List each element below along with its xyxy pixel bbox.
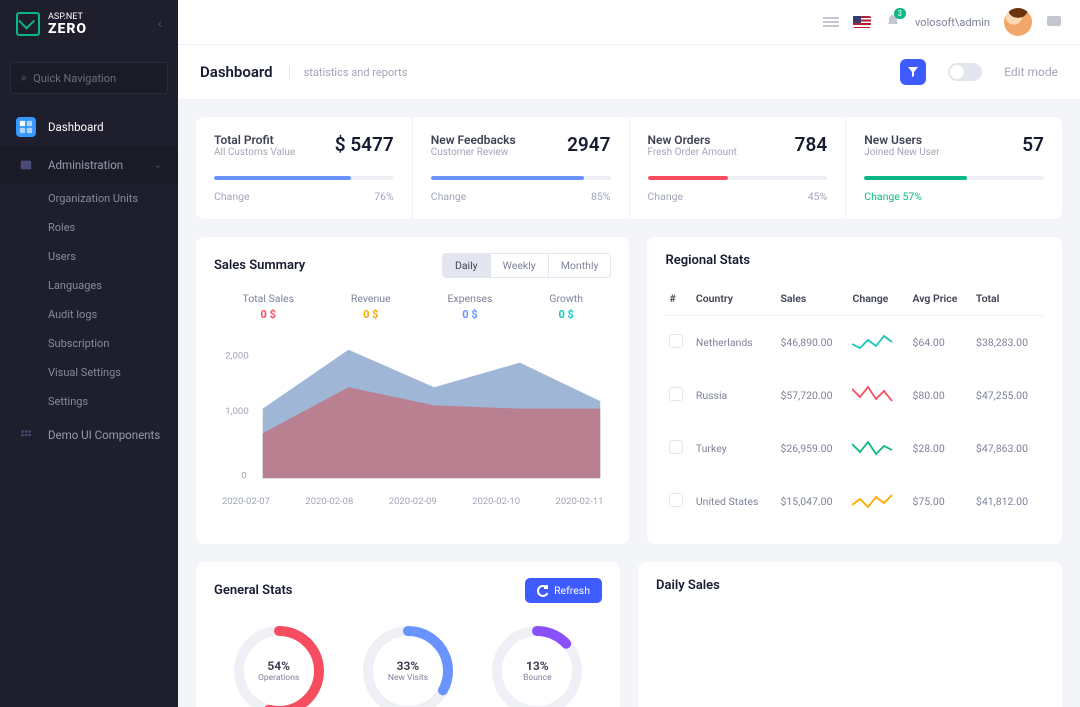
search-icon: ⌕ (21, 71, 27, 85)
sidebar-sub-item[interactable]: Settings (0, 387, 178, 416)
table-row: United States$15,047.00 $75.00$41,812.00 (665, 475, 1044, 528)
avatar[interactable] (1004, 8, 1032, 36)
sparkline (852, 436, 894, 458)
donut-chart: 33%New Visits Total: 48 (360, 623, 456, 707)
sidebar-sub-item[interactable]: Languages (0, 271, 178, 300)
notifications-icon[interactable]: 3 (885, 13, 901, 32)
collapse-sidebar-icon[interactable]: ‹ (158, 16, 162, 32)
regional-table: # Country Sales Change Avg Price Total N… (665, 282, 1044, 528)
daily-sales-card: Daily Sales (638, 562, 1062, 707)
kpi-card: New OrdersFresh Order Amount784 Change45… (630, 117, 847, 219)
svg-text:2,000: 2,000 (225, 350, 249, 361)
timerange-segment: Daily Weekly Monthly (442, 253, 612, 278)
username[interactable]: volosoft\admin (915, 16, 990, 29)
sidebar-sub-item[interactable]: Users (0, 242, 178, 271)
page-header: Dashboard statistics and reports Edit mo… (178, 44, 1080, 99)
sparkline (852, 330, 894, 352)
nav-administration[interactable]: Administration ⌄ (0, 146, 178, 184)
sidebar: ASP.NETZERO ‹ ⌕ Quick Navigation Dashboa… (0, 0, 178, 707)
dashboard-icon (19, 120, 33, 134)
logo-icon (16, 12, 40, 36)
kpi-card: Total ProfitAll Customs Value$ 5477 Chan… (196, 117, 413, 219)
page-subtitle: statistics and reports (289, 66, 408, 79)
refresh-button[interactable]: Refresh (525, 578, 602, 603)
row-checkbox[interactable] (669, 493, 683, 507)
tab-weekly[interactable]: Weekly (490, 254, 548, 277)
sidebar-sub-item[interactable]: Audit logs (0, 300, 178, 329)
table-row: Russia$57,720.00 $80.00$47,255.00 (665, 369, 1044, 422)
table-row: Turkey$26,959.00 $28.00$47,863.00 (665, 422, 1044, 475)
logo[interactable]: ASP.NETZERO ‹ (0, 0, 178, 48)
filter-button[interactable] (900, 59, 926, 85)
chevron-down-icon: ⌄ (154, 160, 162, 171)
chat-icon[interactable] (1046, 15, 1062, 29)
sales-area-chart: 2,000 1,000 0 (214, 339, 611, 489)
grid-icon (19, 428, 33, 442)
flag-us-icon[interactable] (853, 16, 871, 28)
tab-daily[interactable]: Daily (443, 254, 490, 277)
sidebar-sub-item[interactable]: Organization Units (0, 184, 178, 213)
sidebar-sub-item[interactable]: Roles (0, 213, 178, 242)
sparkline (852, 489, 894, 511)
edit-mode-label: Edit mode (1004, 65, 1058, 79)
funnel-icon (907, 66, 919, 78)
kpi-card: New FeedbacksCustomer Review2947 Change8… (413, 117, 630, 219)
edit-mode-toggle[interactable] (948, 63, 982, 81)
page-title: Dashboard (200, 63, 273, 81)
sliders-icon[interactable] (823, 15, 839, 29)
admin-icon (19, 158, 33, 172)
sales-summary-card: Sales Summary Daily Weekly Monthly Total… (196, 237, 629, 544)
svg-text:0: 0 (241, 470, 246, 481)
donut-chart: 54%Operations Total: 77 (231, 623, 327, 707)
sparkline (852, 383, 894, 405)
svg-text:1,000: 1,000 (225, 406, 249, 417)
row-checkbox[interactable] (669, 387, 683, 401)
topbar: 3 volosoft\admin (178, 0, 1080, 44)
general-stats-card: General Stats Refresh 54%Operations Tota… (196, 562, 620, 707)
sidebar-sub-item[interactable]: Visual Settings (0, 358, 178, 387)
donut-chart: 13%Bounce Total: 19 (489, 623, 585, 707)
nav-dashboard[interactable]: Dashboard (0, 108, 178, 146)
table-row: Netherlands$46,890.00 $64.00$38,283.00 (665, 316, 1044, 370)
row-checkbox[interactable] (669, 334, 683, 348)
refresh-icon (537, 585, 549, 597)
tab-monthly[interactable]: Monthly (548, 254, 611, 277)
nav-demo-components[interactable]: Demo UI Components (0, 416, 178, 454)
sidebar-sub-item[interactable]: Subscription (0, 329, 178, 358)
row-checkbox[interactable] (669, 440, 683, 454)
daily-sales-chart (656, 607, 1044, 707)
quick-navigation[interactable]: ⌕ Quick Navigation (10, 62, 168, 94)
regional-stats-card: Regional Stats # Country Sales Change Av… (647, 237, 1062, 544)
kpi-row: Total ProfitAll Customs Value$ 5477 Chan… (196, 117, 1062, 219)
kpi-card: New UsersJoined New User57 Change 57% (846, 117, 1062, 219)
